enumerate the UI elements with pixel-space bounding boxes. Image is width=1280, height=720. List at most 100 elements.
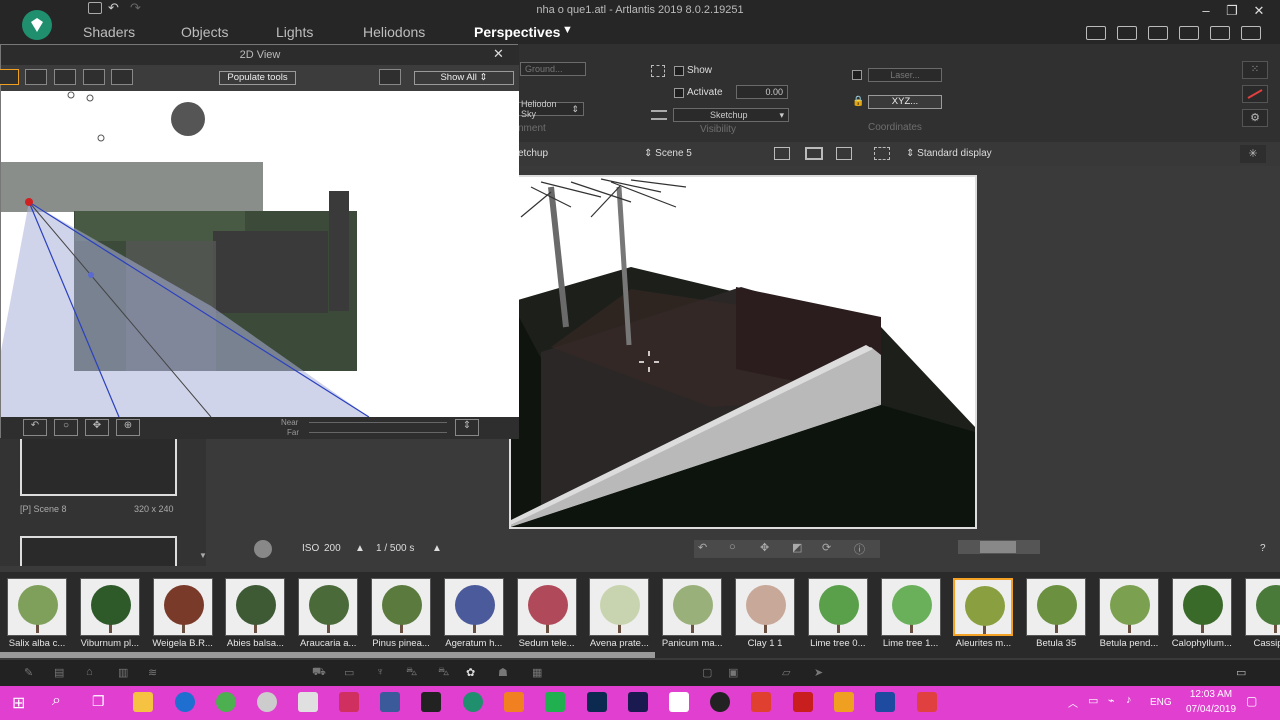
app-dark-icon[interactable]	[421, 692, 441, 712]
show-all-select[interactable]: Show All ⇕	[414, 71, 514, 85]
shutter-stepper-icon[interactable]: ▲	[432, 543, 442, 554]
near-slider[interactable]	[309, 422, 447, 423]
tab-perspectives[interactable]: Perspectives	[474, 24, 560, 40]
windows-start-icon[interactable]: ⊞	[12, 693, 25, 713]
after-effects-icon[interactable]	[628, 692, 648, 712]
settings-gear-icon[interactable]: ⚙	[1242, 109, 1268, 127]
language-indicator[interactable]: ENG	[1150, 697, 1172, 708]
category-fence-icon[interactable]: ▥	[118, 666, 128, 679]
category-building-icon[interactable]: ▦	[532, 666, 542, 679]
activate-checkbox[interactable]	[674, 88, 684, 98]
batch-icon[interactable]	[1241, 26, 1261, 40]
category-vehicle2-icon[interactable]: ⛍	[438, 666, 449, 680]
pan-icon[interactable]: ✥	[760, 541, 769, 554]
category-table-icon[interactable]: ▤	[54, 666, 64, 679]
scene-thumbnail-next[interactable]	[20, 536, 177, 566]
camera-icon[interactable]	[1179, 26, 1199, 40]
library-item[interactable]	[662, 578, 723, 636]
cart-icon[interactable]	[1086, 26, 1106, 40]
walk-icon[interactable]: ◩	[792, 541, 802, 554]
category-plants-icon[interactable]: ✿	[466, 666, 475, 679]
curve-tool-icon[interactable]	[379, 69, 401, 85]
library-item[interactable]	[1026, 578, 1087, 636]
export-icon[interactable]	[1117, 26, 1137, 40]
app-orange-icon[interactable]	[504, 692, 524, 712]
save-icon[interactable]	[88, 2, 102, 14]
app-sketchup-icon[interactable]	[751, 692, 771, 712]
scene-thumbnail[interactable]	[20, 438, 177, 496]
activate-value-field[interactable]: 0.00	[736, 85, 788, 99]
2d-zoom-icon[interactable]: ○	[54, 419, 78, 436]
tab-lights[interactable]: Lights	[276, 24, 313, 40]
category-frame-icon[interactable]: ▢	[702, 666, 712, 679]
render-viewport[interactable]	[509, 175, 977, 529]
show-checkbox[interactable]	[674, 66, 684, 76]
app-red-icon[interactable]	[339, 692, 359, 712]
library-item[interactable]	[735, 578, 795, 636]
ground-field[interactable]: Ground...	[520, 62, 586, 76]
photoshop-icon[interactable]	[587, 692, 607, 712]
artlantis-taskbar-icon[interactable]	[463, 692, 483, 712]
color-pick-icon[interactable]	[1242, 85, 1268, 103]
library-item[interactable]	[79, 578, 140, 636]
frame-icon[interactable]	[774, 147, 790, 160]
left-view-icon[interactable]	[111, 69, 133, 85]
zoom-slider[interactable]	[958, 540, 1040, 554]
camtasia-icon[interactable]	[545, 692, 565, 712]
revit-icon[interactable]	[875, 692, 895, 712]
aperture-icon[interactable]	[254, 540, 272, 558]
2d-undo-icon[interactable]: ↶	[23, 419, 47, 436]
app-black-icon[interactable]	[710, 692, 730, 712]
task-view-icon[interactable]: ❐	[92, 693, 105, 710]
library-item[interactable]	[516, 578, 577, 636]
library-item[interactable]	[225, 578, 286, 636]
rotate-icon[interactable]: ⟳	[822, 541, 831, 554]
library-scrollbar[interactable]	[0, 652, 655, 658]
notepad-icon[interactable]	[669, 692, 689, 712]
region-icon[interactable]	[874, 147, 890, 160]
library-item[interactable]	[1099, 578, 1159, 636]
close-2d-view-button[interactable]: ✕	[493, 46, 504, 62]
populate-tools-button[interactable]: Populate tools	[219, 71, 296, 85]
notifications-icon[interactable]: ▢	[1246, 694, 1257, 708]
top-view-icon[interactable]	[0, 69, 19, 85]
minimize-button[interactable]: –	[1198, 3, 1214, 19]
category-brush-icon[interactable]: ✎	[24, 666, 33, 679]
restore-button[interactable]: ❐	[1224, 3, 1240, 19]
redo-icon[interactable]: ↷	[130, 0, 141, 16]
tab-objects[interactable]: Objects	[181, 24, 228, 40]
2d-plan-canvas[interactable]	[1, 91, 519, 417]
library-item[interactable]	[298, 578, 359, 636]
library-item[interactable]	[443, 578, 504, 636]
category-vehicle-icon[interactable]: ⛍	[406, 666, 417, 680]
iso-value[interactable]: 200	[324, 543, 341, 554]
category-house-icon[interactable]: ⌂	[86, 666, 93, 678]
tray-chevron-icon[interactable]: ︿	[1068, 695, 1078, 710]
app-blue-icon[interactable]	[380, 692, 400, 712]
display-select[interactable]: ⇕ Standard display	[906, 148, 992, 159]
laser-field[interactable]: Laser...	[868, 68, 942, 82]
category-sofa-icon[interactable]: ▭	[344, 666, 354, 679]
scene-select[interactable]: ⇕ Scene 5	[644, 148, 692, 159]
app-gray-icon[interactable]	[257, 692, 277, 712]
edge-icon[interactable]	[175, 692, 195, 712]
help-icon[interactable]: ?	[1260, 543, 1266, 554]
scatter-icon[interactable]: ⁙	[1242, 61, 1268, 79]
library-item[interactable]	[7, 578, 67, 636]
library-item[interactable]	[371, 578, 431, 636]
category-folder-icon[interactable]: ▱	[782, 666, 790, 679]
iso-stepper-icon[interactable]: ▲	[355, 543, 365, 554]
autocad-icon[interactable]	[793, 692, 813, 712]
zoom-icon[interactable]: ○	[729, 541, 736, 553]
tab-heliodons[interactable]: Heliodons	[363, 24, 425, 40]
library-item[interactable]	[589, 578, 650, 636]
category-people-icon[interactable]: ☗	[498, 666, 508, 679]
category-car-icon[interactable]: ⛟	[312, 666, 326, 680]
shutter-value[interactable]: 1 / 500 s	[376, 543, 414, 554]
2d-fit-icon[interactable]: ⊕	[116, 419, 140, 436]
app-green-icon[interactable]	[216, 692, 236, 712]
laser-checkbox[interactable]	[852, 70, 862, 80]
library-item[interactable]	[152, 578, 213, 636]
library-item[interactable]	[1171, 578, 1232, 636]
xyz-button[interactable]: XYZ...	[868, 95, 942, 109]
